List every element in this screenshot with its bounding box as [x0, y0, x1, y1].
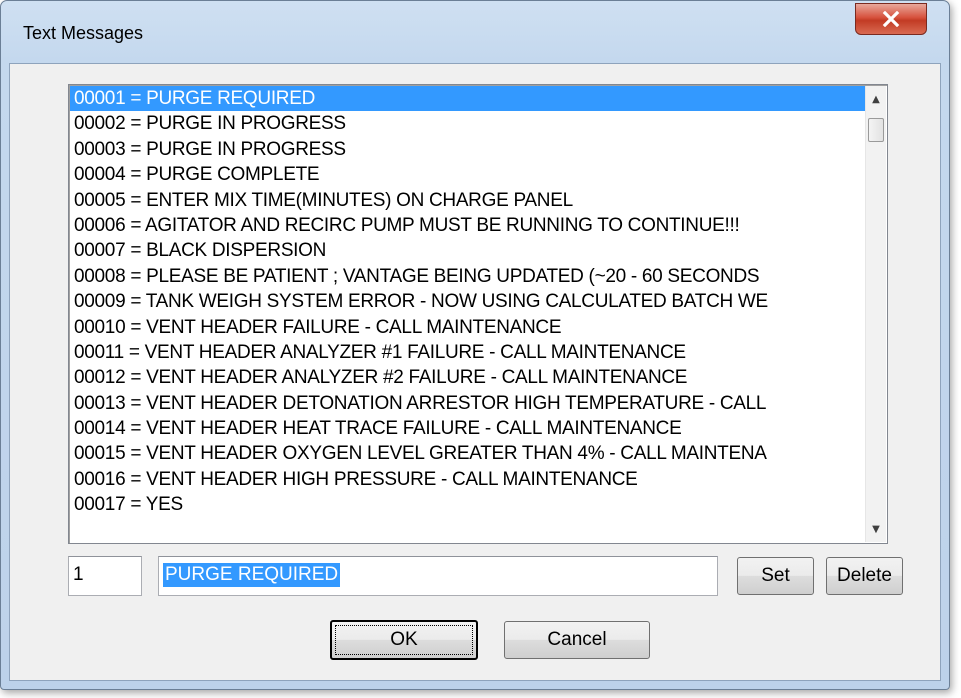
list-item[interactable]: 00001 = PURGE REQUIRED [70, 86, 868, 112]
list-item[interactable]: 00009 = TANK WEIGH SYSTEM ERROR - NOW US… [70, 289, 868, 314]
scroll-down-arrow-icon[interactable]: ▼ [866, 518, 886, 540]
vertical-scrollbar[interactable]: ▲ ▼ [865, 86, 886, 542]
list-item[interactable]: 00003 = PURGE IN PROGRESS [70, 137, 868, 162]
ok-button[interactable]: OK [330, 620, 478, 660]
list-item[interactable]: 00011 = VENT HEADER ANALYZER #1 FAILURE … [70, 340, 868, 365]
messages-listbox[interactable]: 00001 = PURGE REQUIRED 00002 = PURGE IN P… [68, 84, 888, 544]
message-number-field[interactable]: 1 [68, 556, 142, 596]
list-item[interactable]: 00012 = VENT HEADER ANALYZER #2 FAILURE … [70, 365, 868, 390]
list-item[interactable]: 00010 = VENT HEADER FAILURE - CALL MAINT… [70, 315, 868, 340]
list-item[interactable]: 00008 = PLEASE BE PATIENT ; VANTAGE BEIN… [70, 264, 868, 289]
list-item[interactable]: 00015 = VENT HEADER OXYGEN LEVEL GREATER… [70, 441, 868, 466]
cancel-button[interactable]: Cancel [504, 621, 650, 659]
scroll-up-arrow-icon[interactable]: ▲ [866, 88, 886, 110]
title-bar[interactable]: Text Messages [1, 1, 949, 63]
dialog-title: Text Messages [23, 23, 144, 43]
message-number-value: 1 [73, 564, 84, 585]
list-item[interactable]: 00004 = PURGE COMPLETE [70, 162, 868, 187]
list-item[interactable]: 00006 = AGITATOR AND RECIRC PUMP MUST BE… [70, 213, 868, 238]
list-item[interactable]: 00014 = VENT HEADER HEAT TRACE FAILURE -… [70, 416, 868, 441]
dialog-client-area: 00001 = PURGE REQUIRED 00002 = PURGE IN P… [9, 63, 941, 681]
close-button[interactable] [855, 3, 927, 35]
messages-list: 00001 = PURGE REQUIRED 00002 = PURGE IN P… [70, 86, 868, 542]
list-item[interactable]: 00016 = VENT HEADER HIGH PRESSURE - CALL… [70, 467, 868, 492]
message-text-value: PURGE REQUIRED [163, 563, 341, 587]
text-messages-dialog: Text Messages 00001 = PURGE REQUIRED 0000… [0, 0, 950, 690]
scrollbar-thumb[interactable] [868, 118, 884, 142]
set-button[interactable]: Set [737, 557, 814, 595]
delete-button[interactable]: Delete [826, 557, 903, 595]
list-item[interactable]: 00002 = PURGE IN PROGRESS [70, 111, 868, 136]
list-item[interactable]: 00013 = VENT HEADER DETONATION ARRESTOR … [70, 391, 868, 416]
list-item[interactable]: 00005 = ENTER MIX TIME(MINUTES) ON CHARG… [70, 188, 868, 213]
message-text-field[interactable]: PURGE REQUIRED [158, 556, 718, 596]
list-item[interactable]: 00017 = YES [70, 492, 868, 517]
focus-rectangle [335, 625, 473, 655]
close-x-icon [882, 11, 900, 27]
list-item[interactable]: 00007 = BLACK DISPERSION [70, 238, 868, 263]
